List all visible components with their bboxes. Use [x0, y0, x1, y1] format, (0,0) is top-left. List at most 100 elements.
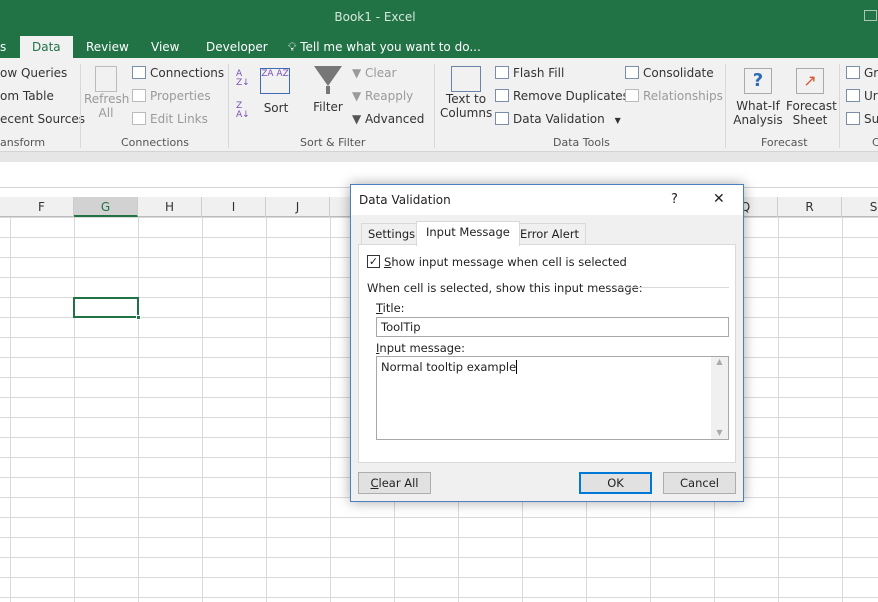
divider — [617, 287, 729, 288]
sort-icon: ZA AZ — [260, 68, 290, 94]
help-icon[interactable]: ? — [671, 192, 678, 207]
what-if-analysis-button[interactable]: ? What-If Analysis — [730, 68, 786, 127]
data-validation-dialog: Data Validation ? ✕ Settings Input Messa… — [350, 184, 744, 502]
connections-button[interactable]: Connections — [132, 66, 224, 80]
column-header-r[interactable]: R — [778, 197, 842, 217]
ribbon-bottom-bar — [0, 152, 878, 162]
group-label: Connections — [121, 136, 189, 149]
dropdown-arrow-icon[interactable]: ▼ — [615, 116, 621, 125]
dialog-title-bar: Data Validation ? ✕ — [351, 185, 743, 215]
reapply-icon: ▼ — [352, 89, 366, 103]
selected-cell[interactable] — [73, 297, 139, 318]
divider — [839, 64, 840, 148]
consolidate-button[interactable]: Consolidate — [625, 66, 714, 80]
group-label: ansform — [0, 136, 46, 149]
forecast-sheet-button[interactable]: ↗ Forecast Sheet — [786, 68, 837, 127]
divider — [434, 64, 435, 148]
column-header-f[interactable]: F — [10, 197, 74, 217]
ok-button[interactable]: OK — [579, 472, 652, 494]
from-table-button[interactable]: om Table — [0, 89, 54, 103]
input-message-textarea[interactable]: Normal tooltip example ▲ ▼ — [376, 356, 729, 440]
title-label: Title: — [376, 301, 405, 315]
group-label: Data Tools — [553, 136, 610, 149]
recent-sources-button[interactable]: ecent Sources — [0, 112, 85, 126]
tab-error-alert[interactable]: Error Alert — [513, 223, 587, 245]
ungroup-button[interactable]: Ur — [846, 89, 878, 103]
checkbox-label[interactable]: Show input message when cell is selected — [384, 255, 627, 269]
group-icon — [846, 66, 860, 79]
text-to-columns-icon — [451, 66, 481, 92]
clear-all-button[interactable]: Clear All — [358, 472, 431, 494]
subtotal-icon — [846, 112, 860, 125]
flash-fill-icon — [495, 66, 509, 79]
column-header-g[interactable]: G — [74, 197, 138, 217]
sort-a-z-button[interactable]: A Z↓ — [236, 70, 250, 88]
tab-view[interactable]: View — [139, 36, 191, 58]
scroll-down-icon: ▼ — [716, 428, 723, 437]
cancel-button[interactable]: Cancel — [663, 472, 736, 494]
data-validation-button[interactable]: Data Validation ▼ — [495, 112, 621, 126]
refresh-all-button[interactable]: Refresh All — [84, 66, 129, 120]
edit-links-icon — [132, 112, 146, 125]
show-message-checkbox[interactable]: ✓ — [367, 255, 380, 268]
column-header-j[interactable]: J — [266, 197, 330, 217]
ribbon-display-icon[interactable] — [864, 10, 877, 21]
clear-filter-button[interactable]: ▼ Clear — [352, 66, 396, 80]
sort-button[interactable]: ZA AZ Sort — [260, 68, 292, 115]
column-header-i[interactable]: I — [202, 197, 266, 217]
divider — [80, 64, 81, 148]
tab-developer[interactable]: Developer — [194, 36, 280, 58]
filter-button[interactable]: Filter — [312, 66, 344, 114]
show-queries-button[interactable]: ow Queries — [0, 66, 67, 80]
advanced-filter-button[interactable]: ▼ Advanced — [352, 112, 424, 126]
data-validation-icon — [495, 112, 509, 125]
fill-handle[interactable] — [136, 315, 141, 320]
clear-filter-icon: ▼ — [352, 66, 366, 80]
edit-links-button[interactable]: Edit Links — [132, 112, 208, 126]
filter-icon — [314, 66, 342, 86]
group-label: Sort & Filter — [300, 136, 366, 149]
divider — [228, 64, 229, 148]
group-button[interactable]: Gr — [846, 66, 878, 80]
tab-panel: ✓ Show input message when cell is select… — [358, 244, 736, 463]
section-label: When cell is selected, show this input m… — [367, 281, 643, 295]
ungroup-icon — [846, 89, 860, 102]
divider — [725, 64, 726, 148]
tab-review[interactable]: Review — [74, 36, 141, 58]
sort-z-a-button[interactable]: Z A↓ — [236, 102, 250, 120]
forecast-chart-icon: ↗ — [796, 68, 824, 94]
scroll-up-icon: ▲ — [716, 357, 723, 366]
consolidate-icon — [625, 66, 639, 79]
advanced-filter-icon: ▼ — [352, 112, 366, 126]
scrollbar[interactable]: ▲ ▼ — [711, 357, 728, 439]
what-if-icon: ? — [744, 68, 772, 94]
close-icon[interactable]: ✕ — [713, 191, 725, 207]
ribbon: ow Queries om Table ecent Sources ansfor… — [0, 58, 878, 152]
tab-settings[interactable]: Settings — [361, 223, 423, 245]
tab-formulas[interactable]: s — [0, 36, 18, 58]
title-input[interactable]: ToolTip — [376, 317, 729, 337]
window-title: Book1 - Excel — [334, 10, 416, 24]
relationships-icon — [625, 89, 639, 102]
connections-icon — [132, 66, 146, 79]
properties-button[interactable]: Properties — [132, 89, 211, 103]
text-to-columns-button[interactable]: Text to Columns — [440, 66, 492, 120]
refresh-icon — [95, 66, 117, 92]
tell-me-search[interactable]: 💡︎ Tell me what you want to do... — [276, 36, 493, 58]
relationships-button[interactable]: Relationships — [625, 89, 723, 103]
remove-duplicates-icon — [495, 89, 509, 102]
tab-input-message[interactable]: Input Message — [416, 221, 520, 246]
column-header-s[interactable]: S — [842, 197, 878, 217]
reapply-button[interactable]: ▼ Reapply — [352, 89, 413, 103]
remove-duplicates-button[interactable]: Remove Duplicates — [495, 89, 629, 103]
group-label: C — [872, 136, 878, 149]
input-message-label: Input message: — [376, 341, 466, 355]
lightbulb-icon: 💡︎ — [288, 40, 297, 54]
group-label: Forecast — [761, 136, 808, 149]
flash-fill-button[interactable]: Flash Fill — [495, 66, 564, 80]
subtotal-button[interactable]: Su — [846, 112, 878, 126]
dialog-title: Data Validation — [359, 193, 451, 207]
properties-icon — [132, 89, 146, 102]
column-header-h[interactable]: H — [138, 197, 202, 217]
tab-data[interactable]: Data — [20, 36, 73, 58]
